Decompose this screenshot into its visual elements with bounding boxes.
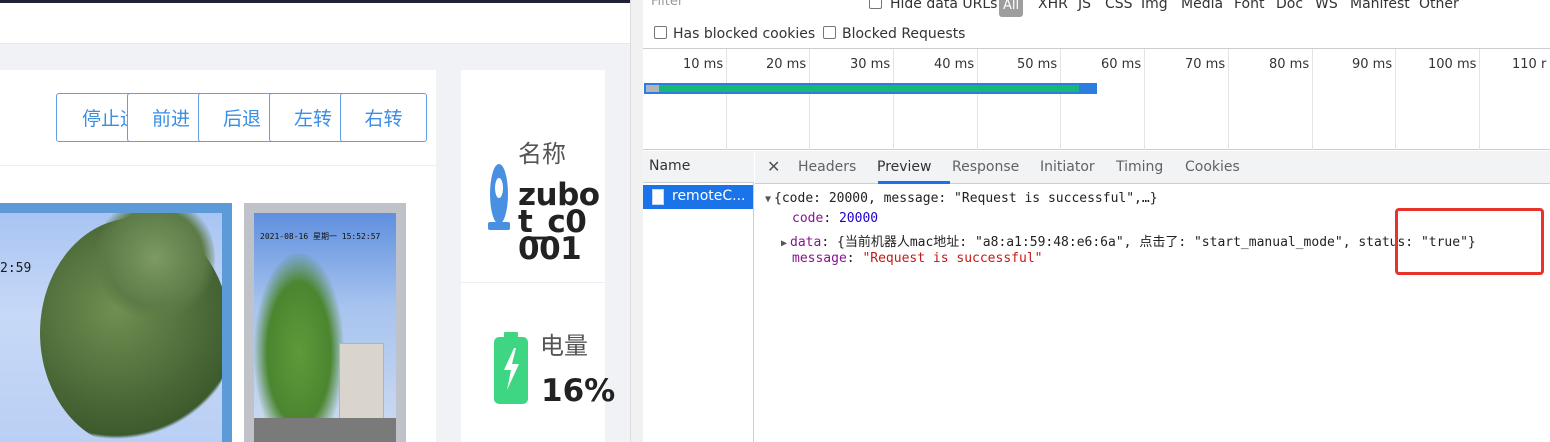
json-root-line[interactable]: ▼ {code: 20000, message: "Request is succ… <box>765 191 1158 206</box>
timeline-gridline <box>1060 49 1061 150</box>
timeline-tick-label: 80 ms <box>1269 57 1310 72</box>
active-tab-indicator <box>878 181 950 184</box>
filter-css[interactable]: CSS <box>1105 0 1133 12</box>
waterfall-queue-segment <box>646 85 659 92</box>
filter-input[interactable]: Filter <box>651 0 683 9</box>
expand-triangle-icon[interactable]: ▼ <box>765 194 771 205</box>
name-label: 名称 <box>518 140 566 168</box>
annotation-highlight-box <box>1395 208 1544 275</box>
timeline-gridline <box>1144 49 1145 150</box>
tab-initiator[interactable]: Initiator <box>1040 159 1095 175</box>
timeline-tick-label: 60 ms <box>1101 57 1142 72</box>
turn-right-button[interactable]: 右转 <box>340 93 427 142</box>
json-key: data <box>790 235 822 250</box>
json-number-value: 20000 <box>838 211 879 226</box>
filter-other[interactable]: Other <box>1419 0 1459 12</box>
json-message-line: message: "Request is successful" <box>792 251 1043 266</box>
tree-foliage <box>254 253 344 442</box>
camera-image-1: 2:59 <box>0 213 222 442</box>
document-icon <box>652 189 664 205</box>
filter-doc[interactable]: Doc <box>1276 0 1303 12</box>
timeline-tick-label: 50 ms <box>1017 57 1058 72</box>
filter-media[interactable]: Media <box>1181 0 1223 12</box>
timeline-tick-label: 70 ms <box>1185 57 1226 72</box>
tab-headers[interactable]: Headers <box>798 159 856 175</box>
tab-timing[interactable]: Timing <box>1116 159 1163 175</box>
name-column-header[interactable]: Name <box>643 151 754 183</box>
json-data-line[interactable]: ▶ data: {当前机器人mac地址: "a8:a1:59:48:e6:6a",… <box>781 231 1476 250</box>
timeline-gridline <box>1228 49 1229 150</box>
request-name: remoteC... <box>672 188 746 204</box>
power-value: 16% <box>541 373 616 409</box>
filter-manifest[interactable]: Manifest <box>1350 0 1410 12</box>
collapse-triangle-icon[interactable]: ▶ <box>781 238 787 249</box>
camera-feed-selected[interactable]: 2:59 <box>0 203 232 442</box>
request-row-selected[interactable]: remoteC... <box>643 185 753 209</box>
filter-js[interactable]: JS <box>1078 0 1091 12</box>
card-divider <box>0 165 436 166</box>
json-string-value: "Request is successful" <box>862 251 1043 266</box>
has-blocked-cookies-label: Has blocked cookies <box>673 26 816 42</box>
info-divider <box>461 282 605 283</box>
timeline-gridline <box>977 49 978 150</box>
waterfall-waiting-segment <box>659 85 1079 92</box>
robot-icon <box>488 164 510 230</box>
timeline-gridline <box>809 49 810 150</box>
timeline-tick-label: 100 ms <box>1428 57 1477 72</box>
filter-bar: Filter Hide data URLs All XHR JS CSS Img… <box>643 0 1550 17</box>
camera-feed-2[interactable]: 2021-08-16 星期一 15:52:57 <box>244 203 406 442</box>
json-data-value: {当前机器人mac地址: "a8:a1:59:48:e6:6a", 点击了: "… <box>837 235 1343 250</box>
timeline-gridline <box>1395 49 1396 150</box>
json-summary: {code: 20000, message: "Request is succe… <box>774 191 1158 206</box>
network-overview-timeline[interactable]: 10 ms 20 ms 30 ms 40 ms 50 ms 60 ms 70 m… <box>643 48 1550 150</box>
detail-tabs: ✕ Headers Preview Response Initiator Tim… <box>755 151 1550 184</box>
power-label: 电量 <box>540 332 588 360</box>
timeline-gridline <box>726 49 727 150</box>
has-blocked-cookies-option[interactable]: Has blocked cookies <box>654 26 815 42</box>
road <box>254 418 396 442</box>
tab-response[interactable]: Response <box>952 159 1019 175</box>
has-blocked-cookies-checkbox[interactable] <box>654 26 667 39</box>
json-code-line: code: 20000 <box>792 211 879 226</box>
tab-preview[interactable]: Preview <box>877 159 932 175</box>
filter-img[interactable]: Img <box>1141 0 1168 12</box>
blocked-requests-label: Blocked Requests <box>842 26 966 42</box>
filter-ws[interactable]: WS <box>1315 0 1338 12</box>
camera-image-2: 2021-08-16 星期一 15:52:57 <box>254 213 396 442</box>
page-scrollbar[interactable] <box>630 0 643 442</box>
timeline-gridline <box>1312 49 1313 150</box>
filter-font[interactable]: Font <box>1234 0 1264 12</box>
timeline-tick-label: 30 ms <box>850 57 891 72</box>
filter-all-button[interactable]: All <box>999 0 1023 17</box>
request-list: Name remoteC... <box>643 151 754 442</box>
timeline-tick-label: 40 ms <box>934 57 975 72</box>
battery-icon <box>494 332 528 404</box>
close-icon[interactable]: ✕ <box>767 157 780 176</box>
timeline-tick-label: 20 ms <box>766 57 807 72</box>
camera-timestamp: 2:59 <box>0 261 32 276</box>
blocked-requests-checkbox[interactable] <box>823 26 836 39</box>
robot-name-value: zubot_c0001 <box>518 177 600 267</box>
timeline-tick-label: 90 ms <box>1352 57 1393 72</box>
timeline-tick-label: 110 r <box>1512 57 1547 72</box>
camera-timestamp: 2021-08-16 星期一 15:52:57 <box>260 232 381 241</box>
hide-data-urls-label: Hide data URLs <box>890 0 998 12</box>
timeline-gridline <box>1479 49 1480 150</box>
json-key: message <box>792 251 847 266</box>
app-header <box>0 3 630 44</box>
timeline-gridline <box>893 49 894 150</box>
filter-xhr[interactable]: XHR <box>1038 0 1068 12</box>
blocked-requests-option[interactable]: Blocked Requests <box>823 26 965 42</box>
tab-cookies[interactable]: Cookies <box>1185 159 1240 175</box>
timeline-tick-label: 10 ms <box>683 57 724 72</box>
json-key: code <box>792 211 824 226</box>
hide-data-urls-checkbox[interactable] <box>869 0 882 9</box>
